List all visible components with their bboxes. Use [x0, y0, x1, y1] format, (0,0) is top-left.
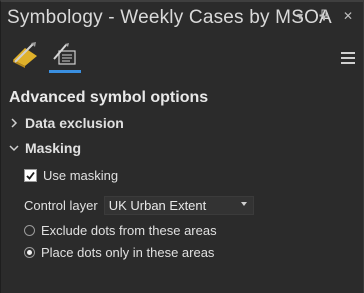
close-icon[interactable]: ✕ — [341, 9, 355, 23]
place-dots-label: Place dots only in these areas — [41, 245, 215, 260]
exclude-dots-radio-row[interactable]: Exclude dots from these areas — [24, 223, 217, 238]
masking-section[interactable]: Masking — [9, 140, 81, 156]
control-layer-value: UK Urban Extent — [108, 198, 207, 213]
dot-density-options-icon — [53, 43, 76, 65]
place-dots-radio-row[interactable]: Place dots only in these areas — [24, 245, 214, 260]
primary-symbology-tab[interactable] — [11, 42, 37, 68]
control-layer-label: Control layer — [24, 198, 98, 213]
dropdown-arrow-icon[interactable]: ▾ — [293, 9, 307, 23]
use-masking-checkbox[interactable] — [24, 169, 37, 182]
options-menu-button[interactable] — [341, 52, 355, 64]
masking-label: Masking — [25, 140, 82, 156]
pane-titlebar: Symbology - Weekly Cases by MSOA ▾ ✕ — [1, 2, 363, 36]
symbology-options-tab[interactable] — [49, 42, 81, 73]
pane-title-controls: ▾ ✕ — [293, 9, 355, 23]
brush-icon — [13, 42, 37, 68]
exclude-dots-radio[interactable] — [24, 225, 35, 236]
control-layer-row: Control layer UK Urban Extent — [24, 196, 254, 215]
exclude-dots-label: Exclude dots from these areas — [41, 223, 217, 238]
chevron-down-icon — [9, 143, 19, 153]
pin-icon[interactable] — [317, 9, 331, 23]
data-exclusion-label: Data exclusion — [25, 115, 124, 131]
use-masking-label: Use masking — [43, 168, 119, 183]
use-masking-checkbox-row[interactable]: Use masking — [24, 168, 118, 183]
pane-title: Symbology - Weekly Cases by MSOA — [7, 7, 332, 28]
dropdown-chevron-icon — [240, 202, 247, 206]
active-tab-indicator — [49, 70, 81, 73]
section-heading: Advanced symbol options — [9, 89, 209, 106]
chevron-right-icon — [9, 118, 19, 128]
place-dots-radio[interactable] — [24, 247, 35, 258]
data-exclusion-section[interactable]: Data exclusion — [9, 115, 124, 131]
checkmark-icon — [26, 171, 35, 180]
symbology-tabs — [11, 42, 81, 73]
symbology-pane: Symbology - Weekly Cases by MSOA ▾ ✕ Adv… — [0, 0, 364, 293]
control-layer-dropdown[interactable]: UK Urban Extent — [103, 196, 254, 215]
